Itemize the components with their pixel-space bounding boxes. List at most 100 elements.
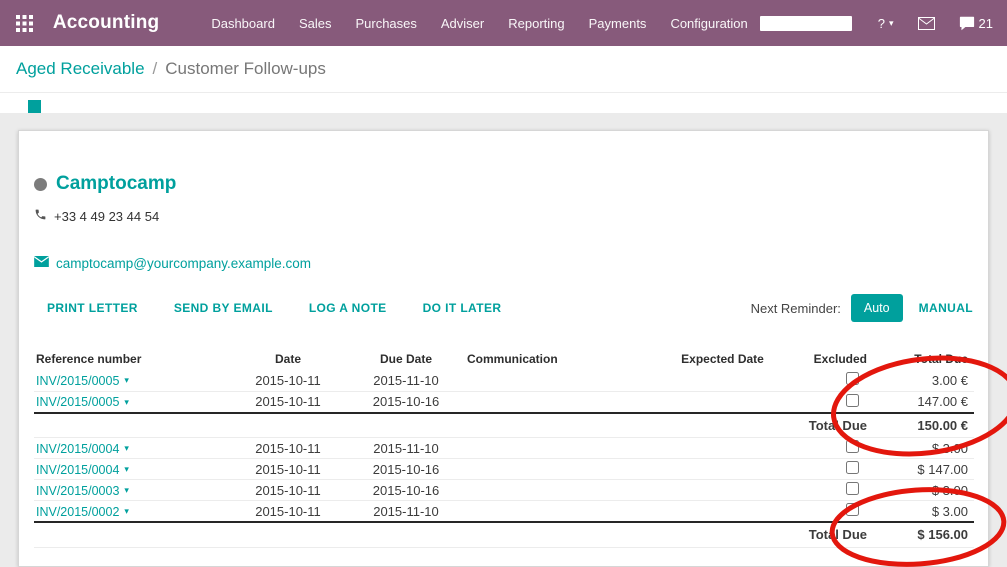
expected-date-cell[interactable] — [660, 438, 785, 459]
invoice-ref: INV/2015/0002 — [36, 505, 119, 519]
reminder-auto-button[interactable]: Auto — [851, 294, 903, 322]
group-total-value: $ 156.00 — [869, 522, 974, 547]
communication-cell[interactable] — [465, 501, 660, 523]
column-header-total-due: Total Due — [869, 348, 974, 370]
phone-icon — [34, 208, 47, 224]
email-envelope-icon — [34, 254, 49, 272]
breadcrumb: Aged Receivable / Customer Follow-ups — [0, 46, 1007, 92]
excluded-cell — [785, 438, 869, 459]
communication-cell[interactable] — [465, 391, 660, 413]
excluded-checkbox[interactable] — [846, 394, 859, 407]
excluded-cell — [785, 480, 869, 501]
invoice-ref: INV/2015/0004 — [36, 442, 119, 456]
topbar-systray: ? ▾ 21 — [760, 16, 993, 31]
invoice-due-date: 2015-11-10 — [347, 370, 465, 391]
invoice-due-date: 2015-11-10 — [347, 501, 465, 523]
group-total-value: 150.00 € — [869, 413, 974, 438]
communication-cell[interactable] — [465, 370, 660, 391]
log-a-note-button[interactable]: LOG A NOTE — [309, 301, 387, 315]
excluded-checkbox[interactable] — [846, 372, 859, 385]
breadcrumb-separator: / — [153, 59, 158, 79]
customer-header: Camptocamp — [34, 173, 973, 195]
nav-item-purchases[interactable]: Purchases — [343, 0, 428, 47]
invoice-date: 2015-10-11 — [229, 501, 347, 523]
do-it-later-button[interactable]: DO IT LATER — [423, 301, 502, 315]
breadcrumb-link-aged-receivable[interactable]: Aged Receivable — [16, 59, 145, 79]
communication-cell[interactable] — [465, 480, 660, 501]
nav-item-sales[interactable]: Sales — [287, 0, 344, 47]
help-menu[interactable]: ? ▾ — [878, 16, 894, 31]
teal-marker — [28, 100, 41, 113]
invoice-due-date: 2015-10-16 — [347, 459, 465, 480]
messages-count-badge: 21 — [979, 16, 993, 31]
excluded-checkbox[interactable] — [846, 461, 859, 474]
excluded-cell — [785, 501, 869, 523]
excluded-checkbox[interactable] — [846, 482, 859, 495]
total-due-cell: $ 3.00 — [869, 438, 974, 459]
invoice-ref-link[interactable]: INV/2015/0004 ▾ — [36, 442, 129, 456]
help-icon: ? — [878, 16, 885, 31]
invoice-ref-link[interactable]: INV/2015/0003▾ — [36, 484, 129, 498]
nav-item-payments[interactable]: Payments — [577, 0, 659, 47]
next-reminder-group: Next Reminder: Auto MANUAL — [751, 294, 973, 322]
caret-down-icon: ▾ — [124, 485, 129, 496]
expected-date-cell[interactable] — [660, 480, 785, 501]
invoice-date: 2015-10-11 — [229, 391, 347, 413]
print-letter-button[interactable]: PRINT LETTER — [47, 301, 138, 315]
invoice-ref-link[interactable]: INV/2015/0004▾ — [36, 463, 129, 477]
customer-phone: +33 4 49 23 44 54 — [54, 209, 159, 224]
followup-actions: PRINT LETTER SEND BY EMAIL LOG A NOTE DO… — [34, 294, 973, 322]
group-total-row: Total Due $ 156.00 — [34, 522, 974, 547]
mail-icon[interactable] — [918, 17, 935, 30]
customer-email-row: camptocamp@yourcompany.example.com — [34, 254, 973, 272]
reminder-manual-button[interactable]: MANUAL — [919, 301, 973, 315]
messages-icon[interactable]: 21 — [959, 16, 993, 31]
contact-circle-icon — [34, 178, 47, 191]
expected-date-cell[interactable] — [660, 459, 785, 480]
nav-item-configuration[interactable]: Configuration — [658, 0, 759, 47]
excluded-cell — [785, 370, 869, 391]
followup-lines-table: Reference number Date Due Date Communica… — [34, 348, 974, 548]
next-reminder-label: Next Reminder: — [751, 301, 841, 316]
apps-grid-icon[interactable] — [14, 10, 35, 36]
followup-report-card: Camptocamp +33 4 49 23 44 54 camptocamp@… — [18, 130, 989, 567]
caret-down-icon: ▾ — [124, 464, 129, 475]
customer-name[interactable]: Camptocamp — [56, 173, 176, 195]
invoice-date: 2015-10-11 — [229, 438, 347, 459]
expected-date-cell[interactable] — [660, 501, 785, 523]
invoice-due-date: 2015-10-16 — [347, 391, 465, 413]
invoice-ref-link[interactable]: INV/2015/0002▾ — [36, 505, 129, 519]
invoice-ref-link[interactable]: INV/2015/0005▾ — [36, 374, 129, 388]
breadcrumb-current: Customer Follow-ups — [165, 59, 326, 79]
expected-date-cell[interactable] — [660, 391, 785, 413]
caret-down-icon: ▾ — [124, 443, 129, 454]
total-due-cell: $ 147.00 — [869, 459, 974, 480]
send-by-email-button[interactable]: SEND BY EMAIL — [174, 301, 273, 315]
invoice-due-date: 2015-11-10 — [347, 438, 465, 459]
table-row: INV/2015/0005▾ 2015-10-11 2015-10-16 147… — [34, 391, 974, 413]
nav-item-adviser[interactable]: Adviser — [429, 0, 496, 47]
invoice-date: 2015-10-11 — [229, 480, 347, 501]
column-header-reference: Reference number — [34, 348, 229, 370]
invoice-ref-link[interactable]: INV/2015/0005 ▾ — [36, 395, 129, 409]
search-input[interactable] — [760, 16, 852, 31]
group-total-row: Total Due 150.00 € — [34, 413, 974, 438]
caret-down-icon: ▾ — [124, 397, 129, 408]
communication-cell[interactable] — [465, 438, 660, 459]
customer-email-link[interactable]: camptocamp@yourcompany.example.com — [56, 256, 311, 271]
content-area: Camptocamp +33 4 49 23 44 54 camptocamp@… — [0, 113, 1007, 567]
nav-item-dashboard[interactable]: Dashboard — [199, 0, 287, 47]
main-menu: Dashboard Sales Purchases Adviser Report… — [199, 0, 759, 47]
expected-date-cell[interactable] — [660, 370, 785, 391]
communication-cell[interactable] — [465, 459, 660, 480]
invoice-ref: INV/2015/0005 — [36, 395, 119, 409]
nav-item-reporting[interactable]: Reporting — [496, 0, 576, 47]
excluded-checkbox[interactable] — [846, 503, 859, 516]
total-row-spacer — [34, 522, 785, 547]
excluded-cell — [785, 459, 869, 480]
column-header-due-date: Due Date — [347, 348, 465, 370]
column-header-date: Date — [229, 348, 347, 370]
total-due-label: Total Due — [785, 413, 869, 438]
excluded-checkbox[interactable] — [846, 440, 859, 453]
total-due-label: Total Due — [785, 522, 869, 547]
